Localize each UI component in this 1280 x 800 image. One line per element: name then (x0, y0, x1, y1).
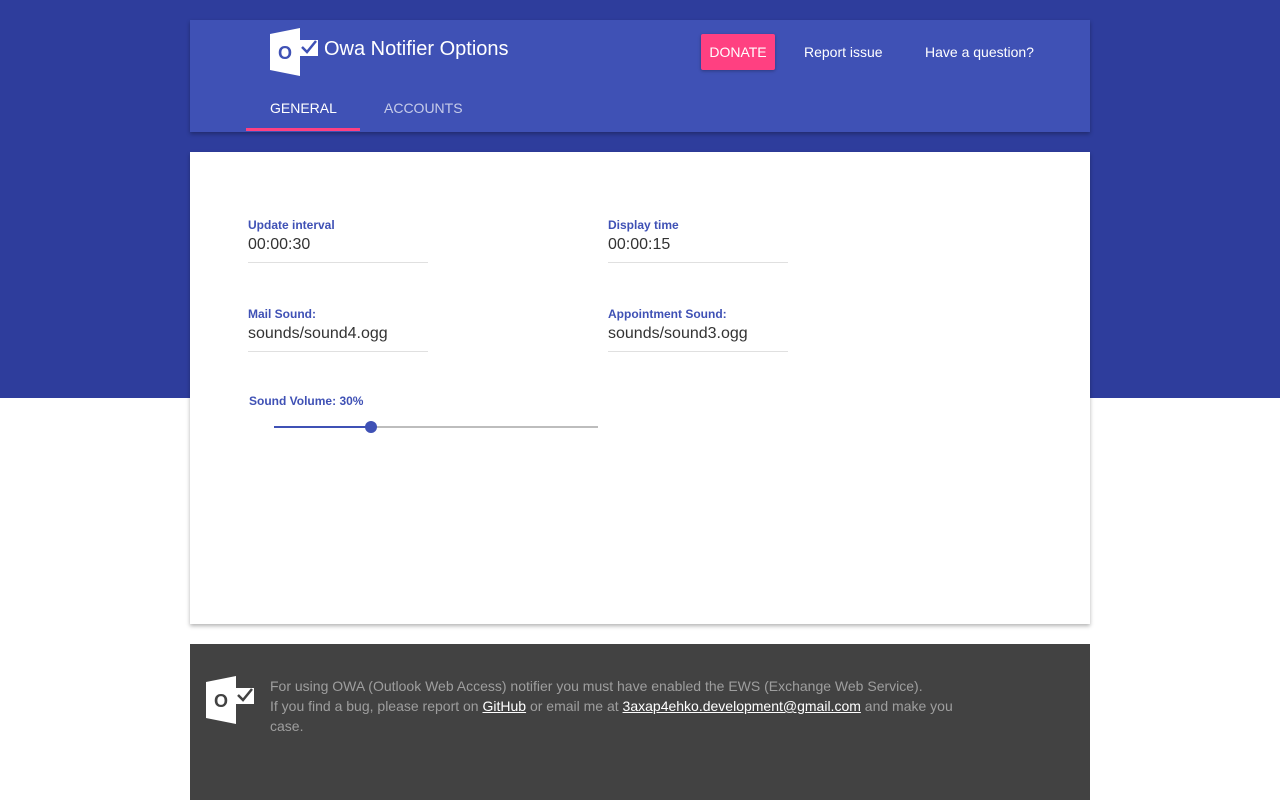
update-interval-input[interactable]: 00:00:30 (248, 236, 428, 263)
tab-general[interactable]: GENERAL (270, 100, 337, 116)
footer-line-2-prefix: If you find a bug, please report on (270, 698, 479, 714)
footer-info-text: For using OWA (Outlook Web Access) notif… (270, 676, 960, 736)
slider-thumb[interactable] (365, 421, 378, 433)
github-link[interactable]: GitHub (482, 698, 526, 714)
outlook-icon: O (270, 28, 318, 76)
appointment-sound-field[interactable]: Appointment Sound: sounds/sound3.ogg (608, 307, 788, 352)
have-a-question-link[interactable]: Have a question? (925, 44, 1034, 60)
appointment-sound-input[interactable]: sounds/sound3.ogg (608, 325, 788, 352)
mail-sound-input[interactable]: sounds/sound4.ogg (248, 325, 428, 352)
footer-line-1: For using OWA (Outlook Web Access) notif… (270, 678, 923, 694)
general-settings-card: Update interval 00:00:30 Display time 00… (190, 152, 1090, 624)
update-interval-label: Update interval (248, 218, 335, 232)
report-issue-link[interactable]: Report issue (804, 44, 883, 60)
display-time-label: Display time (608, 218, 679, 232)
svg-text:O: O (278, 43, 292, 63)
slider-fill (274, 426, 372, 428)
mail-sound-label: Mail Sound: (248, 307, 316, 321)
footer: O For using OWA (Outlook Web Access) not… (190, 644, 1090, 800)
display-time-input[interactable]: 00:00:15 (608, 236, 788, 263)
tab-accounts[interactable]: ACCOUNTS (384, 100, 463, 116)
email-link[interactable]: 3axap4ehko.development@gmail.com (623, 698, 861, 714)
appointment-sound-label: Appointment Sound: (608, 307, 727, 321)
footer-line-2-middle: or email me at (529, 698, 619, 714)
app-title: Owa Notifier Options (324, 38, 509, 60)
donate-button[interactable]: DONATE (701, 34, 775, 70)
svg-text:O: O (214, 691, 228, 711)
app-header: O Owa Notifier Options DONATE Report iss… (190, 20, 1090, 132)
outlook-icon: O (206, 676, 254, 724)
mail-sound-field[interactable]: Mail Sound: sounds/sound4.ogg (248, 307, 428, 352)
active-tab-indicator (246, 128, 360, 131)
sound-volume-label: Sound Volume: 30% (249, 394, 364, 408)
display-time-field[interactable]: Display time 00:00:15 (608, 218, 788, 263)
update-interval-field[interactable]: Update interval 00:00:30 (248, 218, 428, 263)
sound-volume-slider[interactable] (274, 419, 598, 435)
